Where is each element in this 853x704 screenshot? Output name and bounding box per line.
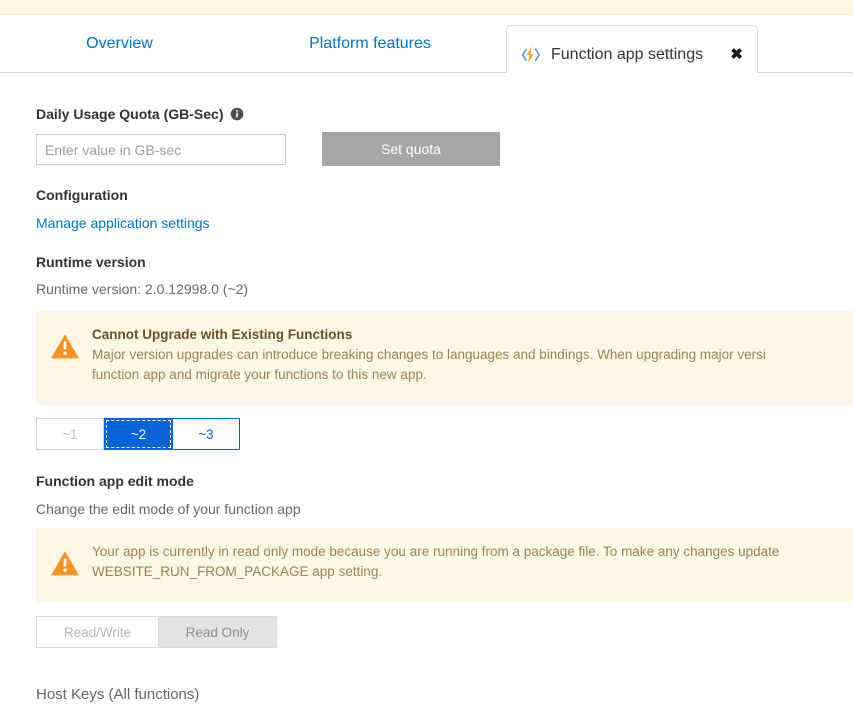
daily-usage-quota-label: Daily Usage Quota (GB-Sec) — [36, 106, 224, 122]
edit-mode-selector: Read/Write Read Only — [36, 616, 277, 648]
edit-mode-option-read-only[interactable]: Read Only — [159, 616, 277, 648]
tab-overview[interactable]: Overview — [47, 15, 192, 72]
manage-application-settings-link[interactable]: Manage application settings — [36, 215, 210, 231]
runtime-warning-title: Cannot Upgrade with Existing Functions — [92, 327, 353, 342]
configuration-label: Configuration — [36, 187, 128, 203]
read-only-warning-line2: WEBSITE_RUN_FROM_PACKAGE app setting. — [92, 564, 383, 579]
runtime-version-option-v2[interactable]: ~2 — [104, 418, 173, 450]
edit-mode-subtext: Change the edit mode of your function ap… — [36, 501, 301, 517]
set-quota-button[interactable]: Set quota — [322, 132, 500, 166]
info-icon[interactable] — [230, 107, 244, 121]
daily-usage-quota-heading: Daily Usage Quota (GB-Sec) — [36, 106, 244, 122]
host-keys-heading: Host Keys (All functions) — [36, 686, 200, 703]
read-only-warning-body: Your app is currently in read only mode … — [92, 542, 853, 588]
edit-mode-option-read-write[interactable]: Read/Write — [36, 616, 159, 648]
warning-triangle-icon — [51, 334, 79, 359]
tab-bar: Overview Platform features Function app … — [0, 15, 853, 83]
configuration-heading: Configuration — [36, 187, 128, 203]
function-app-settings-panel: Daily Usage Quota (GB-Sec) Set quota Con… — [0, 73, 853, 704]
read-only-warning-banner: Your app is currently in read only mode … — [36, 528, 853, 602]
tab-function-app-settings-label: Function app settings — [551, 45, 704, 63]
edit-mode-heading: Function app edit mode — [36, 473, 194, 489]
tab-platform-features-label: Platform features — [309, 34, 431, 52]
quota-input[interactable] — [36, 134, 286, 165]
edit-mode-label: Function app edit mode — [36, 473, 194, 489]
tab-platform-features[interactable]: Platform features — [265, 15, 475, 72]
warning-triangle-icon — [51, 551, 79, 576]
close-icon[interactable]: ✖ — [728, 47, 743, 62]
runtime-version-selector: ~1 ~2 ~3 — [36, 418, 240, 450]
azure-functions-lightning-icon — [521, 45, 540, 63]
runtime-version-option-v3[interactable]: ~3 — [173, 418, 240, 450]
runtime-version-value: Runtime version: 2.0.12998.0 (~2) — [36, 281, 249, 297]
runtime-version-option-v1[interactable]: ~1 — [36, 418, 104, 450]
runtime-warning-line2: function app and migrate your functions … — [92, 367, 427, 382]
runtime-upgrade-warning-banner: Cannot Upgrade with Existing Functions M… — [36, 311, 853, 405]
runtime-version-label: Runtime version — [36, 254, 146, 270]
tab-overview-label: Overview — [86, 34, 153, 52]
read-only-warning-line1: Your app is currently in read only mode … — [92, 544, 780, 559]
top-notification-strip — [0, 0, 853, 15]
runtime-warning-line1: Major version upgrades can introduce bre… — [92, 347, 766, 362]
runtime-version-heading: Runtime version — [36, 254, 146, 270]
runtime-warning-body: Cannot Upgrade with Existing Functions M… — [92, 325, 853, 391]
